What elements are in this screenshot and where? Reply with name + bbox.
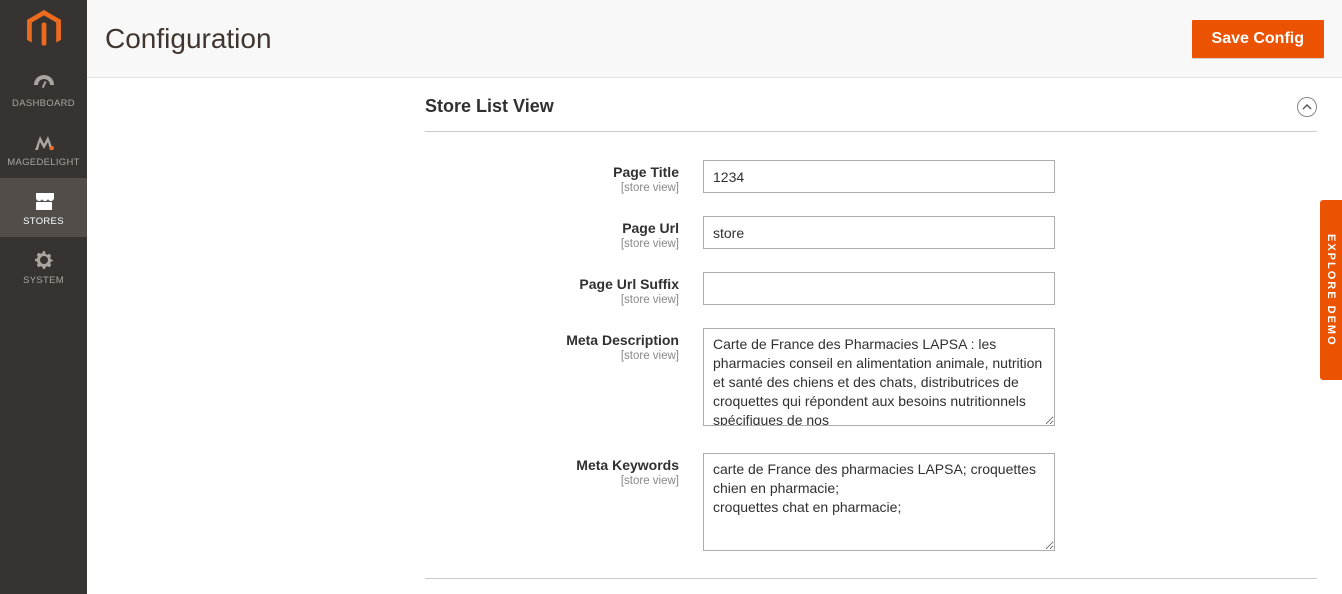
page-header: Configuration Save Config — [87, 0, 1342, 78]
magento-logo[interactable] — [0, 0, 87, 60]
section-header[interactable]: Store List View — [425, 78, 1317, 132]
field-label: Page Url — [425, 220, 679, 236]
content-area: Store List View Page Title [store view] … — [87, 78, 1342, 594]
explore-demo-label: EXPLORE DEMO — [1325, 234, 1337, 347]
field-scope: [store view] — [425, 182, 679, 194]
field-label: Page Url Suffix — [425, 276, 679, 292]
field-page-title: Page Title [store view] — [425, 160, 1317, 194]
field-scope: [store view] — [425, 350, 679, 362]
field-scope: [store view] — [425, 294, 679, 306]
admin-sidebar: DASHBOARD MAGEDELIGHT STORES SYSTEM — [0, 0, 87, 594]
field-meta-description: Meta Description [store view] — [425, 328, 1317, 431]
sidebar-item-dashboard[interactable]: DASHBOARD — [0, 60, 87, 119]
field-label: Page Title — [425, 164, 679, 180]
field-scope: [store view] — [425, 238, 679, 250]
dashboard-icon — [31, 72, 57, 94]
page-title-input[interactable] — [703, 160, 1055, 193]
field-label: Meta Keywords — [425, 457, 679, 473]
sidebar-item-stores[interactable]: STORES — [0, 178, 87, 237]
page-title: Configuration — [105, 23, 272, 55]
field-meta-keywords: Meta Keywords [store view] — [425, 453, 1317, 556]
field-page-url: Page Url [store view] — [425, 216, 1317, 250]
gear-icon — [31, 249, 57, 271]
field-label: Meta Description — [425, 332, 679, 348]
config-section: Store List View Page Title [store view] … — [425, 78, 1317, 556]
magedelight-icon — [31, 131, 57, 153]
sidebar-item-label: MAGEDELIGHT — [7, 157, 79, 168]
meta-description-textarea[interactable] — [703, 328, 1055, 426]
field-page-url-suffix: Page Url Suffix [store view] — [425, 272, 1317, 306]
config-form: Page Title [store view] Page Url [store … — [425, 132, 1317, 556]
section-title: Store List View — [425, 96, 554, 117]
sidebar-item-magedelight[interactable]: MAGEDELIGHT — [0, 119, 87, 178]
meta-keywords-textarea[interactable] — [703, 453, 1055, 551]
sidebar-item-label: STORES — [23, 216, 64, 227]
page-url-suffix-input[interactable] — [703, 272, 1055, 305]
page-url-input[interactable] — [703, 216, 1055, 249]
explore-demo-tab[interactable]: EXPLORE DEMO — [1320, 200, 1342, 380]
save-config-button[interactable]: Save Config — [1192, 20, 1324, 58]
section-divider — [425, 578, 1317, 579]
collapse-icon[interactable] — [1297, 97, 1317, 117]
sidebar-item-label: DASHBOARD — [12, 98, 75, 109]
field-scope: [store view] — [425, 475, 679, 487]
stores-icon — [31, 190, 57, 212]
sidebar-item-system[interactable]: SYSTEM — [0, 237, 87, 296]
magento-logo-icon — [27, 10, 61, 50]
sidebar-item-label: SYSTEM — [23, 275, 64, 286]
